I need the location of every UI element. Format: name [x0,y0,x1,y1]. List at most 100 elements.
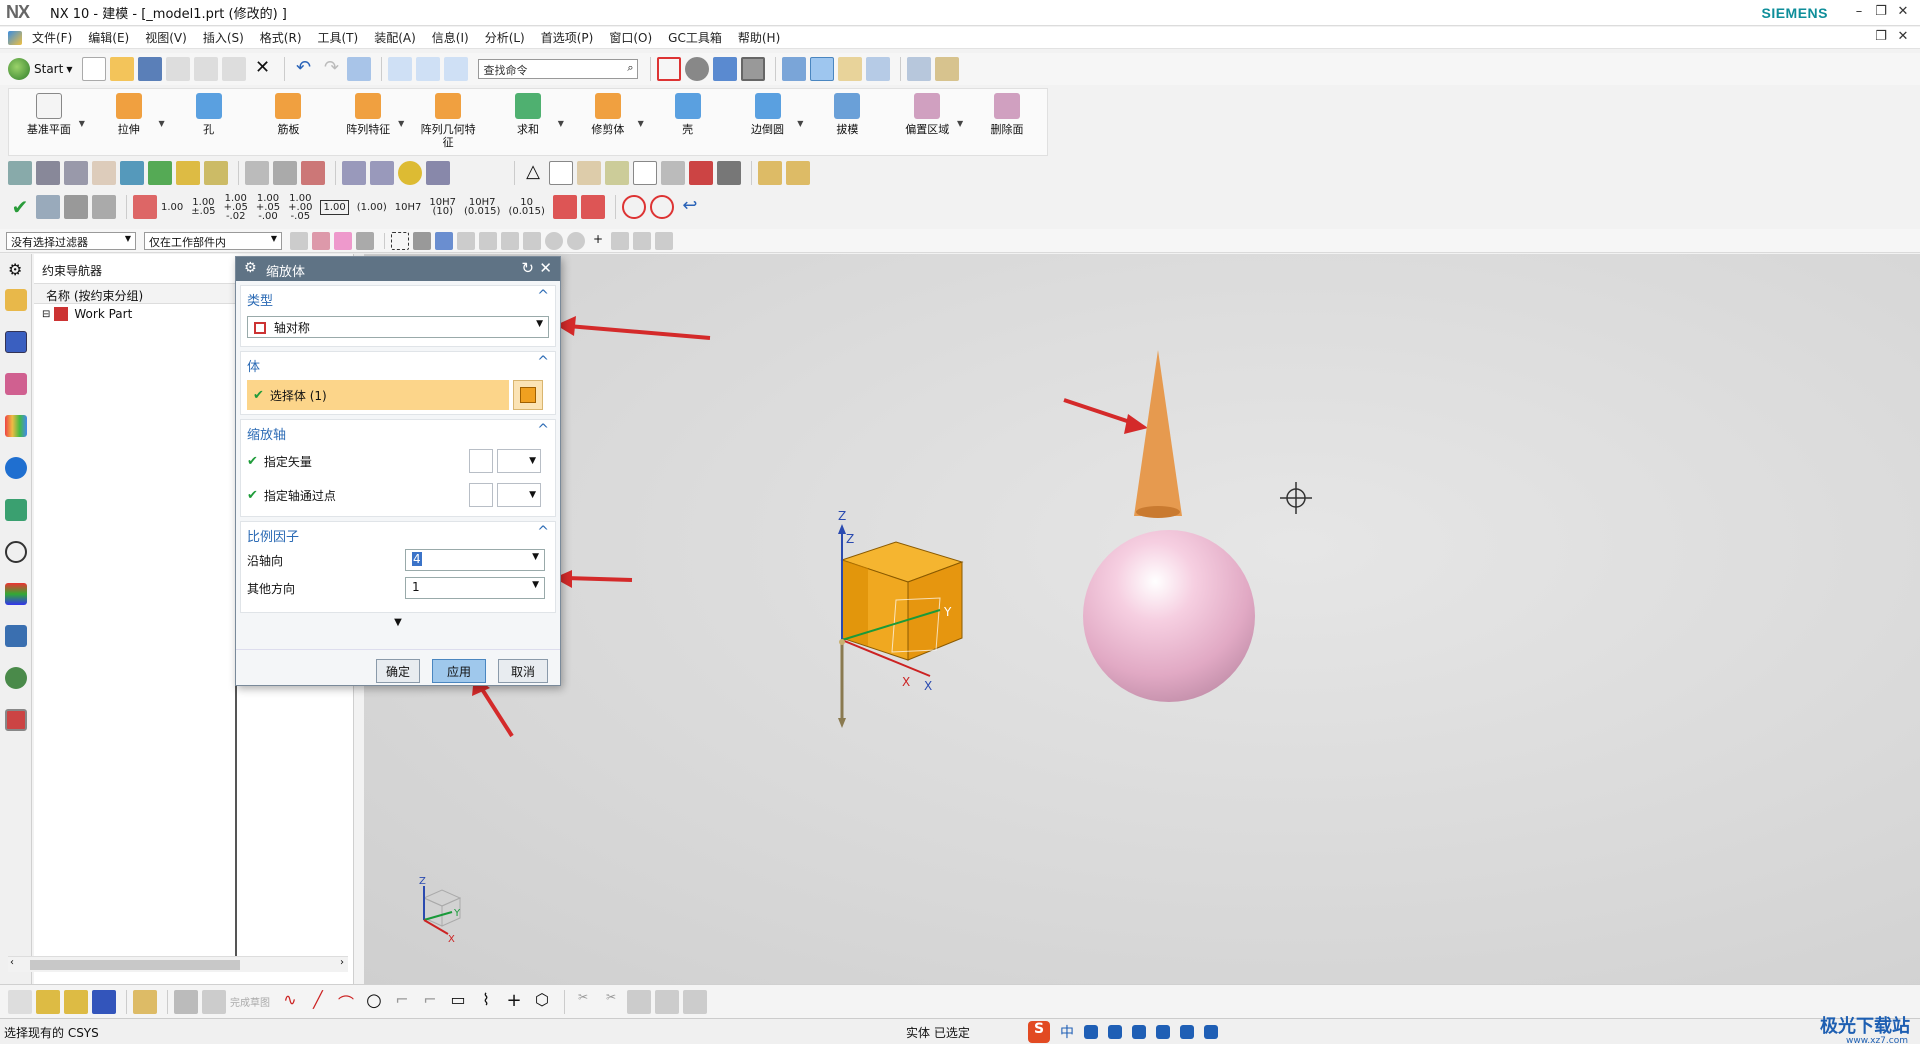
snap-point-plus-icon[interactable]: + [589,232,607,250]
triangle-icon[interactable]: △ [521,161,545,185]
start-button[interactable]: Start ▼ [8,58,72,80]
list-icon[interactable] [301,161,325,185]
menu-view[interactable]: 视图(V) [145,29,187,46]
trim-icon[interactable]: ✂ [571,990,595,1014]
extend-icon[interactable]: ✂ [599,990,623,1014]
copy-display-icon[interactable] [416,57,441,81]
tolerance-1[interactable]: 1.00 [161,202,183,212]
collapse-icon[interactable]: ⊟ [42,309,50,320]
select-face-icon[interactable] [334,231,352,250]
touch-mode-icon[interactable] [388,57,413,81]
tolerance-3[interactable]: 1.00 +.05 -.02 [224,193,248,221]
sketch-task-icon[interactable] [64,989,88,1014]
make-corner-icon[interactable] [655,989,679,1014]
no-radius-icon[interactable] [649,195,674,219]
render-style-icon[interactable] [713,57,738,81]
menu-edit[interactable]: 编辑(E) [88,29,129,46]
apply-button[interactable]: 应用 [432,659,486,683]
dialog-gear-icon[interactable]: ⚙ [244,260,257,276]
close-icon[interactable]: ✕ [1894,4,1912,22]
measure-icon[interactable] [907,57,932,81]
sketch-icon[interactable] [8,989,32,1014]
deselect-icon[interactable] [413,231,431,250]
pattern-feature-button[interactable]: 阵列特征 ▼ [328,89,408,155]
specify-point-row[interactable]: ✔ 指定轴通过点 ▼ [241,478,555,512]
scale-axis-section-header[interactable]: 缩放轴 ^ [241,420,555,444]
sketch-group-icon[interactable] [133,989,157,1014]
doc-close-icon[interactable]: ✕ [1894,29,1912,47]
along-axis-input[interactable]: 4 ▼ [405,549,545,571]
add-component-icon[interactable] [204,161,228,185]
ime-chinese-label[interactable]: 中 [1060,1022,1074,1042]
datum-group-icon[interactable] [605,161,629,185]
assembly-move-icon[interactable] [786,161,810,185]
constraint-icon[interactable] [8,161,32,185]
edge-blend-button[interactable]: 边倒圆 ▼ [728,89,808,155]
no-diameter-icon[interactable] [621,195,646,219]
menu-assembly[interactable]: 装配(A) [374,29,416,46]
profile-icon[interactable]: ∿ [278,990,302,1014]
command-search-input[interactable]: 查找命令 ⌕ [478,59,639,79]
minimize-icon[interactable]: – [1850,4,1868,22]
mirror-icon[interactable] [683,989,707,1014]
process-studio-icon[interactable] [5,625,27,647]
corner-icon[interactable] [627,989,651,1014]
finish-sketch-label[interactable]: 完成草图 [230,994,270,1009]
tolerance-11[interactable]: 10 (0.015) [508,198,544,217]
select-feature-icon[interactable] [356,231,374,250]
pmi-icon[interactable] [36,195,60,219]
coin-icon[interactable] [398,161,422,185]
snap-grid-icon[interactable] [655,231,673,250]
scroll-left-icon[interactable]: ‹ [10,957,14,968]
specify-vector-row[interactable]: ✔ 指定矢量 ▼ [241,444,555,478]
hole-button[interactable]: 孔 [169,89,249,155]
gear-tool-icon[interactable] [426,161,450,185]
scroll-thumb[interactable] [30,960,240,970]
ruler-icon[interactable] [935,57,960,81]
menu-file[interactable]: 文件(F) [32,29,72,46]
settings-gear-icon[interactable]: ⚙ [8,260,23,279]
paste-display-icon[interactable] [444,57,469,81]
redo-icon[interactable]: ↷ [319,57,343,81]
snap-point-icon[interactable] [312,231,330,250]
menu-help[interactable]: 帮助(H) [738,29,780,46]
tolerance-6[interactable]: 1.00 [320,199,349,215]
unite-button[interactable]: 求和 ▼ [488,89,568,155]
move-object-icon[interactable] [120,161,144,185]
ok-button[interactable]: 确定 [376,659,420,683]
web-browser-icon[interactable] [5,457,27,479]
datum-add-icon[interactable] [577,161,601,185]
dimension-icon[interactable] [689,161,713,185]
point-dialog-icon[interactable] [469,483,493,507]
reuse-library-icon[interactable] [5,415,27,437]
tolerance-9[interactable]: 10H7 (10) [429,198,456,217]
body-section-header[interactable]: 体 ^ [241,352,555,376]
filter-reset-icon[interactable] [290,231,308,250]
scroll-right-icon[interactable]: › [340,957,344,968]
clock-icon[interactable] [5,541,27,563]
roles-icon[interactable] [5,667,27,689]
material-icon[interactable] [92,161,116,185]
other-direction-input[interactable]: 1 ▼ [405,577,545,599]
type-dropdown[interactable]: 轴对称 ▼ [247,316,549,338]
constraint-navigator-icon[interactable] [5,331,27,353]
app-menu-icon[interactable] [8,30,22,45]
reverse-vector-icon[interactable] [469,449,493,473]
add-sketch-icon[interactable] [36,989,60,1014]
new-file-icon[interactable] [82,57,107,81]
table-icon[interactable] [549,161,573,185]
weld-icon[interactable] [661,161,685,185]
component-icon[interactable] [176,161,200,185]
select-body-cube-icon[interactable] [513,380,543,410]
assembly-add-icon[interactable] [758,161,782,185]
rectangle-icon[interactable]: ▭ [446,990,470,1014]
doc-restore-icon[interactable]: ❐ [1872,29,1890,47]
menu-info[interactable]: 信息(I) [432,29,469,46]
datum-axis-icon[interactable] [92,195,116,219]
tolerance-10[interactable]: 10H7 (0.015) [464,198,500,217]
polyline-icon[interactable]: ⌇ [474,990,498,1014]
tolerance-5[interactable]: 1.00 +.00 -.05 [288,193,312,221]
menu-tools[interactable]: 工具(T) [318,29,359,46]
open-folder-icon[interactable] [110,57,135,81]
snap-center-icon[interactable] [545,231,563,250]
